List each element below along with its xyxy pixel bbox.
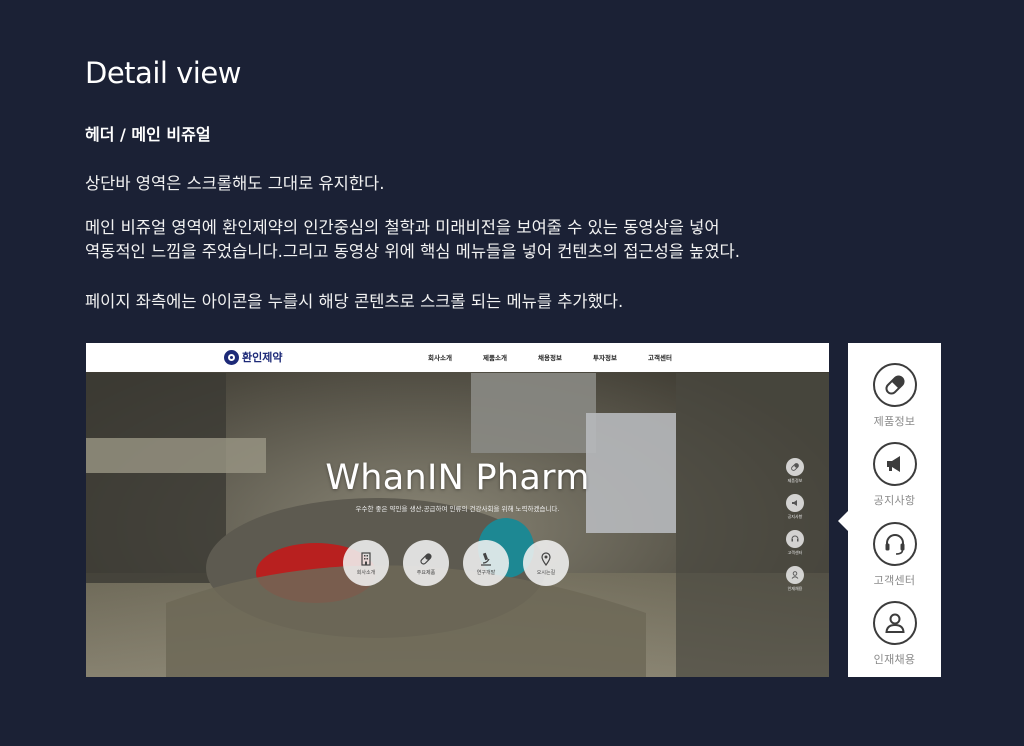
hero-button-research[interactable]: 연구개발	[463, 540, 509, 586]
logo-mark-icon	[224, 349, 239, 365]
capsule-icon	[420, 552, 432, 565]
quick-menu-label: 공지사항	[873, 494, 916, 507]
description-line: 상단바 영역은 스크롤해도 그대로 유지한다.	[85, 174, 385, 193]
building-icon	[361, 551, 371, 566]
site-logo[interactable]: 환인제약	[224, 349, 282, 365]
mini-quick-item[interactable]: 공지사항	[786, 494, 804, 520]
hero-subtitle: 우수한 좋은 약인을 생산,공급하여 인류의 건강사회을 위해 노력하겠습니다.	[355, 505, 560, 513]
hero-button-label: 연구개발	[476, 569, 496, 576]
logo-text: 환인제약	[242, 351, 283, 364]
site-nav: 회사소개 제품소개 채용정보 투자정보 고객센터	[428, 352, 703, 362]
capsule-icon	[791, 463, 799, 471]
description-paragraph-2: 메인 비쥬얼 영역에 환인제약의 인간중심의 철학과 미래비전을 보여줄 수 있…	[85, 216, 740, 264]
megaphone-icon	[886, 456, 900, 472]
capsule-icon	[884, 375, 905, 395]
quick-menu-label: 인재채용	[873, 653, 916, 666]
mini-quick-item[interactable]: 제품정보	[786, 458, 804, 484]
quick-menu-circle	[872, 601, 917, 645]
quick-menu-label: 고객센터	[873, 574, 916, 587]
nav-item-investor[interactable]: 투자정보	[593, 352, 648, 362]
mini-quick-item[interactable]: 인재채용	[786, 566, 804, 592]
hero-button-location[interactable]: 오시는길	[523, 540, 569, 586]
main-visual-preview: 환인제약 회사소개 제품소개 채용정보 투자정보 고객센터 WhanIN Pha…	[86, 343, 829, 677]
quick-menu-circle	[872, 522, 917, 566]
mini-quick-label: 인재채용	[787, 586, 803, 591]
mini-quick-label: 고객센터	[787, 550, 803, 555]
nav-item-company[interactable]: 회사소개	[428, 352, 483, 362]
person-icon	[791, 571, 799, 579]
person-icon	[884, 613, 905, 633]
site-header: 환인제약 회사소개 제품소개 채용정보 투자정보 고객센터	[86, 343, 829, 372]
quick-menu-recruit[interactable]: 인재채용	[848, 601, 941, 667]
mini-quick-label: 제품정보	[787, 478, 803, 483]
quick-menu-support[interactable]: 고객센터	[848, 522, 941, 588]
hero-button-company[interactable]: 회사소개	[343, 540, 389, 586]
mini-quick-menu: 제품정보 공지사항 고객센터 인재채용	[786, 458, 804, 592]
nav-item-products[interactable]: 제품소개	[483, 352, 538, 362]
hero-button-label: 주요제품	[416, 569, 436, 576]
quick-menu-circle	[872, 363, 917, 407]
headset-icon	[791, 535, 799, 542]
hero-button-label: 회사소개	[356, 569, 376, 576]
description-paragraph-1: 상단바 영역은 스크롤해도 그대로 유지한다.	[85, 172, 384, 196]
quick-menu-panel: 제품정보 공지사항 고객센터 인재채용	[838, 343, 941, 677]
hero-menu: 회사소개 주요제품 연구개발 오시는길	[343, 540, 569, 586]
quick-menu-label: 제품정보	[873, 415, 916, 428]
description-line: 메인 비쥬얼 영역에 환인제약의 인간중심의 철학과 미래비전을 보여줄 수 있…	[85, 218, 720, 237]
headset-icon	[885, 534, 904, 555]
hero-button-products[interactable]: 주요제품	[403, 540, 449, 586]
description-line: 페이지 좌측에는 아이콘을 누를시 해당 콘텐츠로 스크롤 되는 메뉴를 추가했…	[85, 292, 624, 311]
hero-title: WhanIN Pharm	[325, 458, 590, 498]
description-line: 역동적인 느낌을 주었습니다.그리고 동영상 위에 핵심 메뉴들을 넣어 컨텐츠…	[85, 242, 740, 261]
nav-item-support[interactable]: 고객센터	[648, 352, 703, 362]
description-paragraph-3: 페이지 좌측에는 아이콘을 누를시 해당 콘텐츠로 스크롤 되는 메뉴를 추가했…	[85, 290, 623, 314]
microscope-icon	[481, 552, 491, 566]
quick-menu-circle	[872, 442, 917, 486]
quick-menu-products[interactable]: 제품정보	[848, 363, 941, 429]
megaphone-icon	[792, 500, 797, 506]
quick-menu-notice[interactable]: 공지사항	[848, 442, 941, 508]
section-title: 헤더 / 메인 비쥬얼	[85, 125, 211, 144]
nav-item-recruit[interactable]: 채용정보	[538, 352, 593, 362]
page-title: Detail view	[85, 56, 241, 90]
map-pin-icon	[541, 551, 551, 566]
mini-quick-item[interactable]: 고객센터	[786, 530, 804, 556]
mini-quick-label: 공지사항	[787, 514, 803, 519]
hero-button-label: 오시는길	[536, 569, 556, 576]
